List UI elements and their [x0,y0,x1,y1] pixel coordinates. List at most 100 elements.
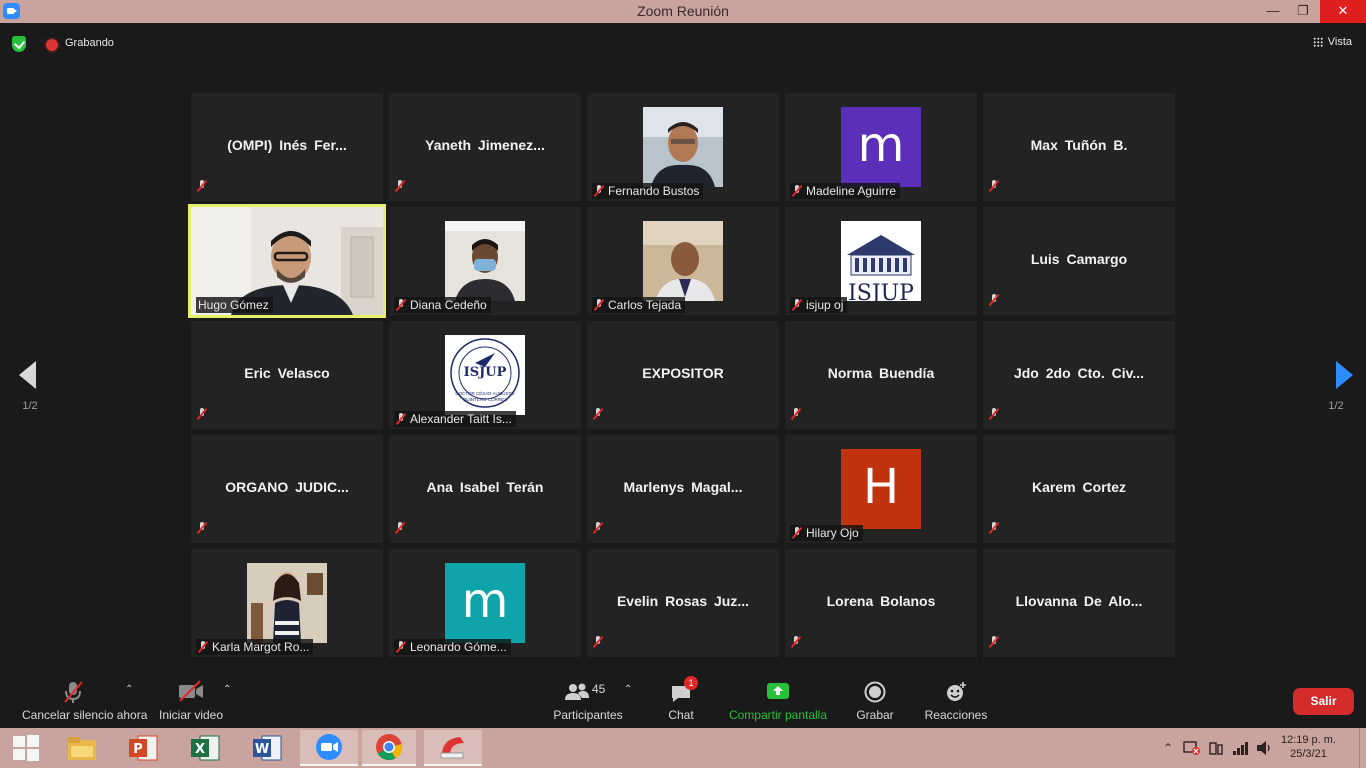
restore-button[interactable]: ❐ [1288,0,1318,23]
participant-name: Yaneth Jimenez... [425,137,545,153]
mic-muted-icon [989,522,999,534]
avatar: H [841,449,921,529]
volume-icon[interactable] [1256,740,1274,756]
minimize-button[interactable]: — [1258,0,1288,23]
start-video-button[interactable]: Iniciar video [159,680,223,722]
participant-name: Madeline Aguirre [806,184,897,198]
security-shield-icon[interactable] [12,36,26,52]
arrow-right-icon [1336,361,1353,389]
participant-tile[interactable]: Evelin Rosas Juz... [587,549,779,657]
participant-tile[interactable]: Luis Camargo [983,207,1175,315]
chevron-up-icon[interactable]: ⌃ [1163,741,1173,755]
taskbar-excel[interactable]: X [180,730,232,766]
network-error-icon[interactable] [1183,740,1201,756]
page-indicator-right: 1/2 [1328,400,1344,412]
file-explorer-icon [68,737,96,760]
window-titlebar: Zoom Reunión — ❐ ✕ [0,0,1366,23]
windows-logo-icon [13,735,39,761]
view-label: Vista [1327,36,1352,48]
taskbar-word[interactable]: W [242,730,294,766]
participant-tile[interactable]: Max Tuñón B. [983,93,1175,201]
participant-label: Carlos Tejada [592,297,686,313]
participant-label: Madeline Aguirre [790,183,901,199]
participant-name: Diana Cedeño [410,298,487,312]
participant-tile[interactable]: Fernando Bustos [587,93,779,201]
participant-tile[interactable]: Carlos Tejada [587,207,779,315]
word-icon: W [253,735,282,761]
record-icon [864,681,886,703]
participant-tile[interactable]: EXPOSITOR [587,321,779,429]
participant-name: Jdo 2do Cto. Civ... [1013,365,1145,381]
recording-label[interactable]: Grabando [65,37,114,49]
participant-name: Ana Isabel Terán [426,479,544,495]
unmute-button[interactable]: Cancelar silencio ahora [22,680,147,722]
participant-name: Norma Buendía [827,365,935,381]
arrow-left-icon [19,361,36,389]
participant-name: Luis Camargo [1030,251,1128,267]
taskbar-file-explorer[interactable] [56,730,108,766]
taskbar-zoom[interactable] [300,730,358,766]
chat-notification-badge: 1 [684,676,698,690]
leave-meeting-button[interactable]: Salir [1293,688,1354,715]
chevron-up-icon[interactable]: ⌃ [125,684,133,695]
participant-tile[interactable]: Diana Cedeño [389,207,581,315]
participant-tile-active-speaker[interactable]: Hugo Gómez [188,204,386,318]
participant-tile[interactable]: Jdo 2do Cto. Civ... [983,321,1175,429]
taskbar-ccleaner[interactable] [424,730,482,766]
participant-tile[interactable]: Yaneth Jimenez... [389,93,581,201]
recording-dot-icon [46,39,58,51]
participant-tile[interactable]: Lorena Bolanos [785,549,977,657]
chevron-up-icon[interactable]: ⌃ [223,684,231,695]
participant-tile[interactable]: ISJUP isjup oj [785,207,977,315]
chrome-icon [376,734,403,761]
taskbar-powerpoint[interactable]: P [118,730,170,766]
participant-name: isjup oj [806,298,844,312]
battery-icon[interactable] [1208,740,1224,756]
participant-name: Evelin Rosas Juz... [616,593,750,609]
participant-name: Marlenys Magal... [623,479,743,495]
participant-name: Lorena Bolanos [826,593,936,609]
share-screen-icon [767,683,789,699]
chevron-up-icon[interactable]: ⌃ [624,684,632,695]
participant-label: Hilary Ojo [790,525,863,541]
participant-name: Alexander Taitt Is... [410,412,512,426]
participant-name: Hugo Gómez [198,298,269,312]
show-desktop-button[interactable] [1359,728,1366,768]
participant-tile[interactable]: H Hilary Ojo [785,435,977,543]
next-page-button[interactable]: 1/2 [1306,340,1366,430]
participant-tile[interactable]: Llovanna De Alo... [983,549,1175,657]
participant-tile[interactable]: ORGANO JUDIC... [191,435,383,543]
participant-name: Karem Cortez [1031,479,1127,495]
participant-tile[interactable]: Karla Margot Ro... [191,549,383,657]
participant-tile[interactable]: Eric Velasco [191,321,383,429]
participant-tile[interactable]: (OMPI) Inés Fer... [191,93,383,201]
participant-tile[interactable]: m Leonardo Góme... [389,549,581,657]
zoom-app-icon [316,734,342,760]
previous-page-button[interactable]: 1/2 [0,340,60,430]
participant-tile[interactable]: Marlenys Magal... [587,435,779,543]
participant-tile[interactable]: m Madeline Aguirre [785,93,977,201]
mic-muted-icon [791,636,801,648]
participant-photo [445,221,525,301]
isjup-logo: ISJUP DOCTOR CÉSAR AUGUSTO QUINTERO CORR… [445,335,525,415]
system-clock[interactable]: 12:19 p. m. 25/3/21 [1281,733,1336,761]
wifi-signal-icon[interactable] [1232,740,1250,756]
meeting-toolbar: Cancelar silencio ahora ⌃ Iniciar video … [0,670,1366,728]
participant-tile[interactable]: ISJUP DOCTOR CÉSAR AUGUSTO QUINTERO CORR… [389,321,581,429]
close-button[interactable]: ✕ [1320,0,1366,23]
powerpoint-icon: P [129,735,158,761]
taskbar-chrome[interactable] [362,730,416,766]
ccleaner-icon [440,737,464,759]
participant-tile[interactable]: Norma Buendía [785,321,977,429]
mic-muted-icon [197,180,207,192]
svg-text:W: W [255,742,269,757]
participant-tile[interactable]: Ana Isabel Terán [389,435,581,543]
mic-muted-icon [792,527,802,539]
participant-tile[interactable]: Karem Cortez [983,435,1175,543]
logo-text: ISJUP [841,283,921,301]
start-button[interactable] [0,730,52,766]
clock-date: 25/3/21 [1290,748,1327,760]
view-button[interactable]: Vista [1312,36,1352,48]
participant-name: Carlos Tejada [608,298,682,312]
mic-muted-icon [197,522,207,534]
